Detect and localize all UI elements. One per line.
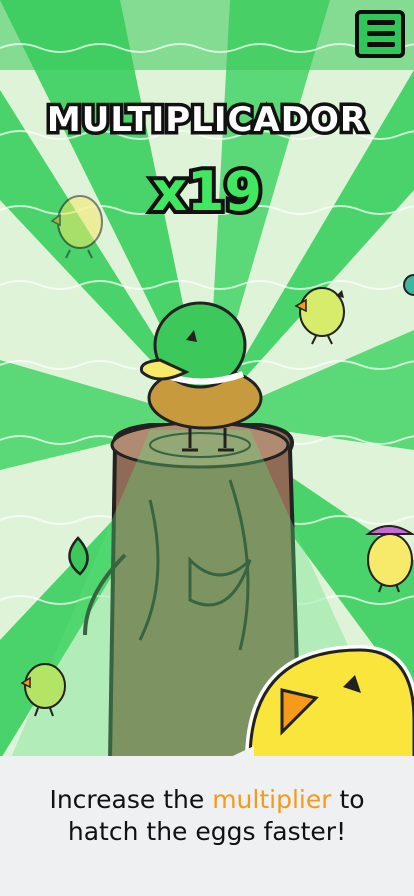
hamburger-menu-icon xyxy=(367,31,395,36)
menu-button[interactable] xyxy=(355,10,405,58)
top-band xyxy=(0,0,414,70)
hamburger-menu-icon xyxy=(367,42,395,47)
promo-caption: Increase the multiplier to hatch the egg… xyxy=(0,756,414,896)
caption-line-2: hatch the eggs faster! xyxy=(67,817,347,846)
caption-text-before: Increase the xyxy=(49,785,213,814)
caption-text-after: to xyxy=(331,785,365,814)
caption-highlight: multiplier xyxy=(212,785,332,814)
hamburger-menu-icon xyxy=(367,20,395,25)
multiplier-value: x19 xyxy=(148,156,266,227)
multiplier-title: MULTIPLICADOR xyxy=(43,97,369,144)
